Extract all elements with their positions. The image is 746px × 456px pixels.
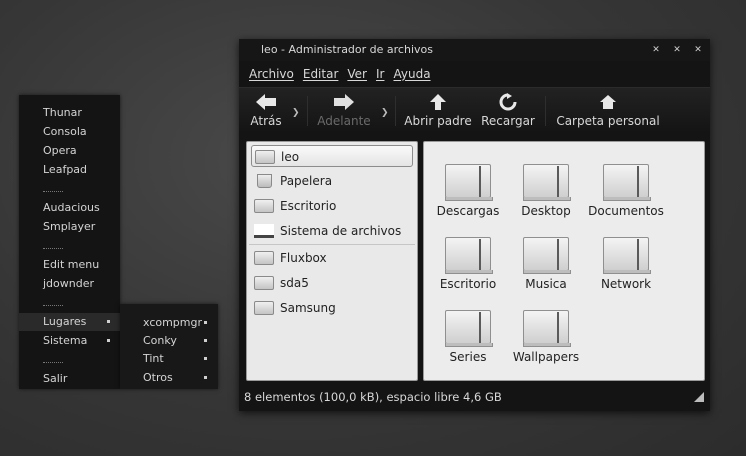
- folder-icon: [523, 310, 571, 347]
- status-bar: 8 elementos (100,0 kB), espacio libre 4,…: [244, 390, 502, 404]
- places-pane: leo Papelera Escritorio Sistema de archi…: [246, 141, 418, 381]
- back-history-chevron-down-icon[interactable]: ❯: [292, 108, 300, 118]
- lugares-submenu: xcompmgr Conky Tint Otros: [120, 304, 218, 389]
- menu-item-lugares[interactable]: Lugares: [43, 313, 86, 331]
- menu-bar: Archivo Editar Ver Ir Ayuda: [239, 61, 710, 86]
- place-escritorio[interactable]: Escritorio: [251, 195, 413, 217]
- submenu-item-conky[interactable]: Conky: [143, 332, 177, 350]
- desktop-folder-icon: [254, 199, 274, 213]
- folder-item[interactable]: Series: [428, 310, 508, 364]
- submenu-item-otros[interactable]: Otros: [143, 369, 173, 387]
- menu-ir[interactable]: Ir: [376, 67, 384, 81]
- menu-item-opera[interactable]: Opera: [43, 142, 77, 160]
- filesystem-icon: [254, 224, 274, 238]
- menu-item-sistema[interactable]: Sistema: [43, 332, 87, 350]
- place-samsung[interactable]: Samsung: [251, 297, 413, 319]
- place-sistema-de-archivos[interactable]: Sistema de archivos: [251, 220, 413, 242]
- menu-item-thunar[interactable]: Thunar: [43, 104, 82, 122]
- arrow-right-icon: [334, 94, 354, 110]
- submenu-arrow-icon: [204, 376, 207, 379]
- trash-icon: [257, 174, 272, 188]
- folder-icon: [445, 310, 493, 347]
- folder-icon: [603, 237, 651, 274]
- place-fluxbox[interactable]: Fluxbox: [251, 247, 413, 269]
- menu-item-audacious[interactable]: Audacious: [43, 199, 100, 217]
- resize-grip-icon[interactable]: [694, 392, 704, 402]
- folder-icon: [523, 164, 571, 201]
- menu-separator: [43, 305, 63, 306]
- menu-separator: [43, 248, 63, 249]
- back-button[interactable]: Atrás: [249, 93, 283, 128]
- home-button[interactable]: Carpeta personal: [555, 93, 661, 128]
- folder-item[interactable]: Descargas: [428, 164, 508, 218]
- folder-item[interactable]: Network: [586, 237, 666, 291]
- place-papelera[interactable]: Papelera: [251, 170, 413, 192]
- menu-item-salir[interactable]: Salir: [43, 370, 67, 388]
- menu-archivo[interactable]: Archivo: [249, 67, 294, 81]
- minimize-icon[interactable]: ✕: [650, 39, 662, 61]
- menu-item-edit-menu[interactable]: Edit menu: [43, 256, 99, 274]
- toolbar-separator: [545, 96, 546, 126]
- place-sda5[interactable]: sda5: [251, 272, 413, 294]
- submenu-arrow-icon: [107, 320, 110, 323]
- menu-item-consola[interactable]: Consola: [43, 123, 87, 141]
- window-title: leo - Administrador de archivos: [261, 43, 433, 56]
- submenu-arrow-icon: [204, 357, 207, 360]
- folder-icon: [445, 164, 493, 201]
- reload-icon: [499, 93, 517, 111]
- submenu-arrow-icon: [204, 321, 207, 324]
- menu-separator: [43, 191, 63, 192]
- menu-item-leafpad[interactable]: Leafpad: [43, 161, 87, 179]
- folder-icon: [254, 251, 274, 265]
- forward-button[interactable]: Adelante: [313, 93, 375, 128]
- folder-item[interactable]: Documentos: [586, 164, 666, 218]
- menu-ver[interactable]: Ver: [347, 67, 367, 81]
- home-icon: [600, 95, 616, 109]
- arrow-up-icon: [430, 94, 446, 110]
- submenu-arrow-icon: [204, 339, 207, 342]
- submenu-item-xcompmgr[interactable]: xcompmgr: [143, 314, 202, 332]
- folder-item[interactable]: Desktop: [506, 164, 586, 218]
- arrow-left-icon: [256, 94, 276, 110]
- folder-icon: [445, 237, 493, 274]
- toolbar: Atrás ❯ Adelante ❯ Abrir padre Recargar …: [239, 87, 710, 133]
- place-leo[interactable]: leo: [251, 145, 413, 167]
- title-bar[interactable]: leo - Administrador de archivos ✕ ✕ ✕: [239, 39, 710, 61]
- folder-item[interactable]: Musica: [506, 237, 586, 291]
- file-view: Descargas Desktop Documentos Escritorio …: [423, 141, 705, 381]
- menu-item-smplayer[interactable]: Smplayer: [43, 218, 95, 236]
- folder-icon: [603, 164, 651, 201]
- file-manager-window: leo - Administrador de archivos ✕ ✕ ✕ Ar…: [239, 39, 710, 411]
- close-icon[interactable]: ✕: [692, 39, 704, 61]
- drive-icon: [254, 301, 274, 315]
- submenu-item-tint[interactable]: Tint: [143, 350, 164, 368]
- reload-button[interactable]: Recargar: [481, 93, 535, 128]
- submenu-arrow-icon: [107, 339, 110, 342]
- menu-item-jdownder[interactable]: jdownder: [43, 275, 94, 293]
- toolbar-separator: [395, 96, 396, 126]
- open-parent-button[interactable]: Abrir padre: [403, 93, 473, 128]
- places-divider: [249, 244, 415, 245]
- menu-separator: [43, 362, 63, 363]
- menu-ayuda[interactable]: Ayuda: [393, 67, 430, 81]
- maximize-icon[interactable]: ✕: [671, 39, 683, 61]
- folder-item[interactable]: Wallpapers: [506, 310, 586, 364]
- toolbar-separator: [307, 96, 308, 126]
- drive-icon: [254, 276, 274, 290]
- home-folder-icon: [255, 150, 275, 164]
- folder-icon: [523, 237, 571, 274]
- menu-editar[interactable]: Editar: [303, 67, 339, 81]
- folder-item[interactable]: Escritorio: [428, 237, 508, 291]
- root-menu: Thunar Consola Opera Leafpad Audacious S…: [19, 95, 120, 389]
- forward-history-chevron-down-icon[interactable]: ❯: [381, 108, 389, 118]
